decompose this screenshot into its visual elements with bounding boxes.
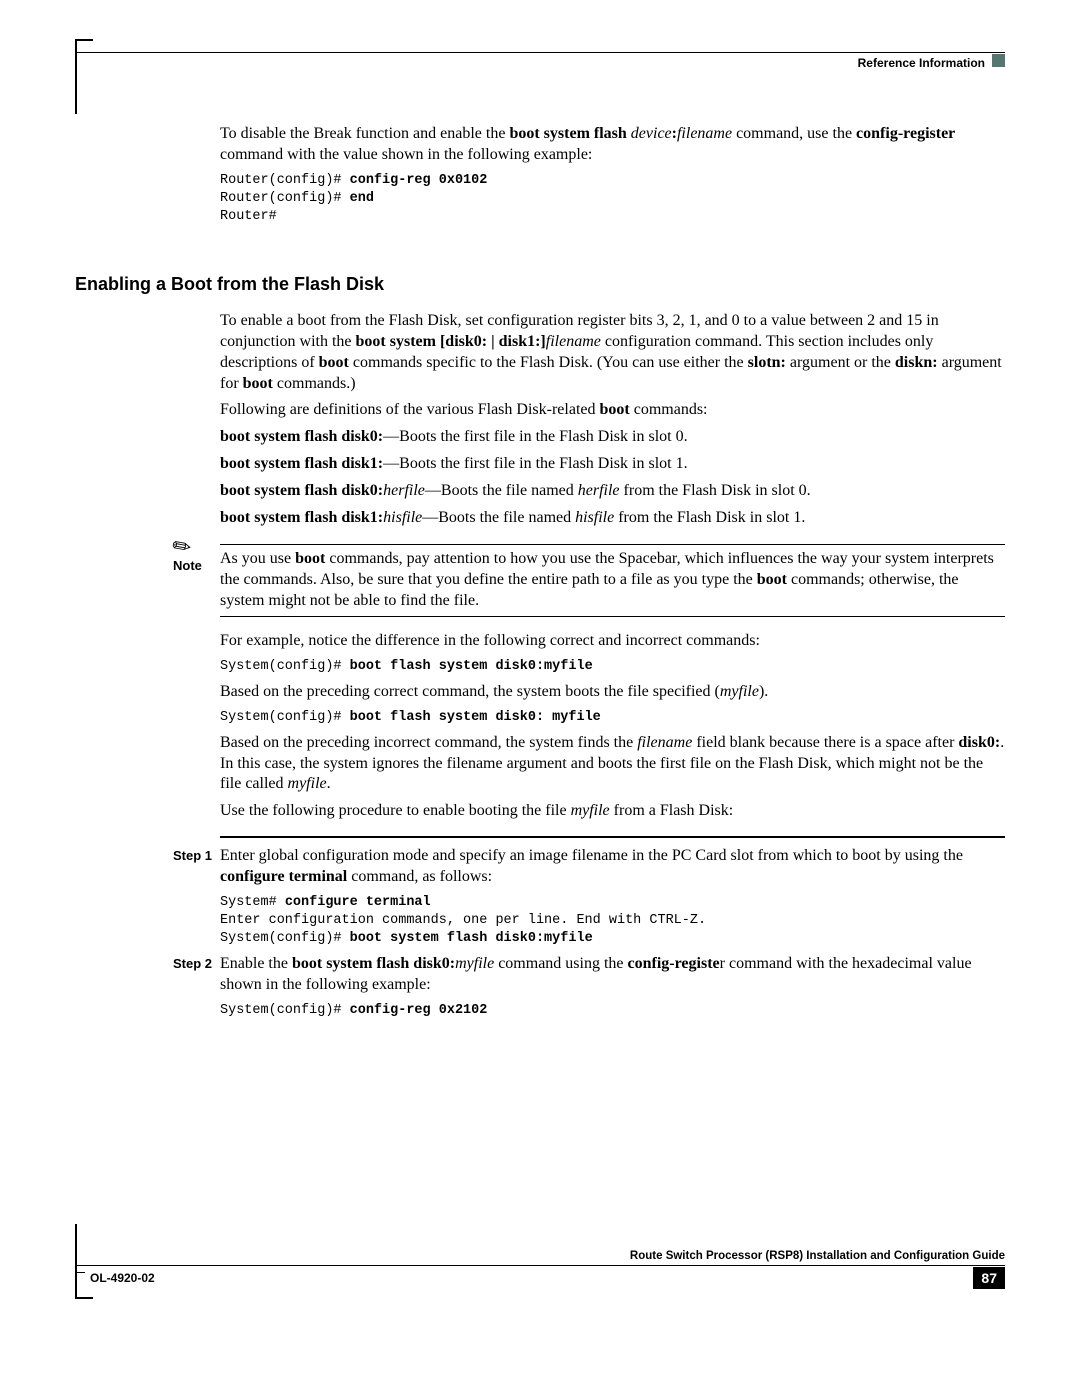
corner-top-left [75, 39, 93, 114]
page-number: 87 [973, 1267, 1005, 1289]
example-p4: Use the following procedure to enable bo… [220, 801, 1005, 822]
section-p1: To enable a boot from the Flash Disk, se… [220, 311, 1005, 394]
footer-doc-title: Route Switch Processor (RSP8) Installati… [630, 1250, 1005, 1262]
step-1: Step 1 Enter global configuration mode a… [75, 846, 1005, 888]
code-step2: System(config)# config-reg 0x2102 [220, 1002, 1005, 1020]
step-2-text: Enable the boot system flash disk0:myfil… [220, 954, 1005, 996]
header-section-label: Reference Information [858, 56, 985, 70]
def-disk0: boot system flash disk0:—Boots the first… [220, 427, 1005, 448]
note-block: ✎ Note As you use boot commands, pay att… [75, 544, 1005, 616]
note-rule-top [220, 544, 1005, 545]
code-correct: System(config)# boot flash system disk0:… [220, 658, 1005, 676]
note-text: As you use boot commands, pay attention … [220, 549, 1005, 611]
body-content: To disable the Break function and enable… [75, 124, 1005, 1026]
section-heading: Enabling a Boot from the Flash Disk [75, 274, 1005, 295]
example-intro: For example, notice the difference in th… [220, 631, 1005, 652]
corner-bottom-left [75, 1224, 93, 1299]
steps-rule [220, 836, 1005, 838]
header-decorator-icon [992, 54, 1005, 67]
code-block-intro: Router(config)# config-reg 0x0102 Router… [220, 172, 1005, 227]
def-disk1-hisfile: boot system flash disk1:hisfile—Boots th… [220, 508, 1005, 529]
def-disk1: boot system flash disk1:—Boots the first… [220, 454, 1005, 475]
section-p2: Following are definitions of the various… [220, 400, 1005, 421]
intro-paragraph: To disable the Break function and enable… [220, 124, 1005, 166]
step-2: Step 2 Enable the boot system flash disk… [75, 954, 1005, 996]
header-rule [75, 52, 1005, 53]
example-p2: Based on the preceding correct command, … [220, 682, 1005, 703]
example-p3: Based on the preceding incorrect command… [220, 733, 1005, 795]
footer-tick [75, 1272, 85, 1274]
note-label: Note [173, 558, 202, 573]
step-2-label: Step 2 [173, 956, 212, 971]
footer-doc-number: OL-4920-02 [90, 1271, 155, 1285]
def-disk0-herfile: boot system flash disk0:herfile—Boots th… [220, 481, 1005, 502]
code-incorrect: System(config)# boot flash system disk0:… [220, 709, 1005, 727]
page-content: Reference Information To disable the Bre… [75, 39, 1005, 1299]
footer-rule [75, 1265, 1005, 1266]
step-1-text: Enter global configuration mode and spec… [220, 846, 1005, 888]
code-step1: System# configure terminal Enter configu… [220, 894, 1005, 949]
note-rule-bottom [220, 616, 1005, 617]
step-1-label: Step 1 [173, 848, 212, 863]
